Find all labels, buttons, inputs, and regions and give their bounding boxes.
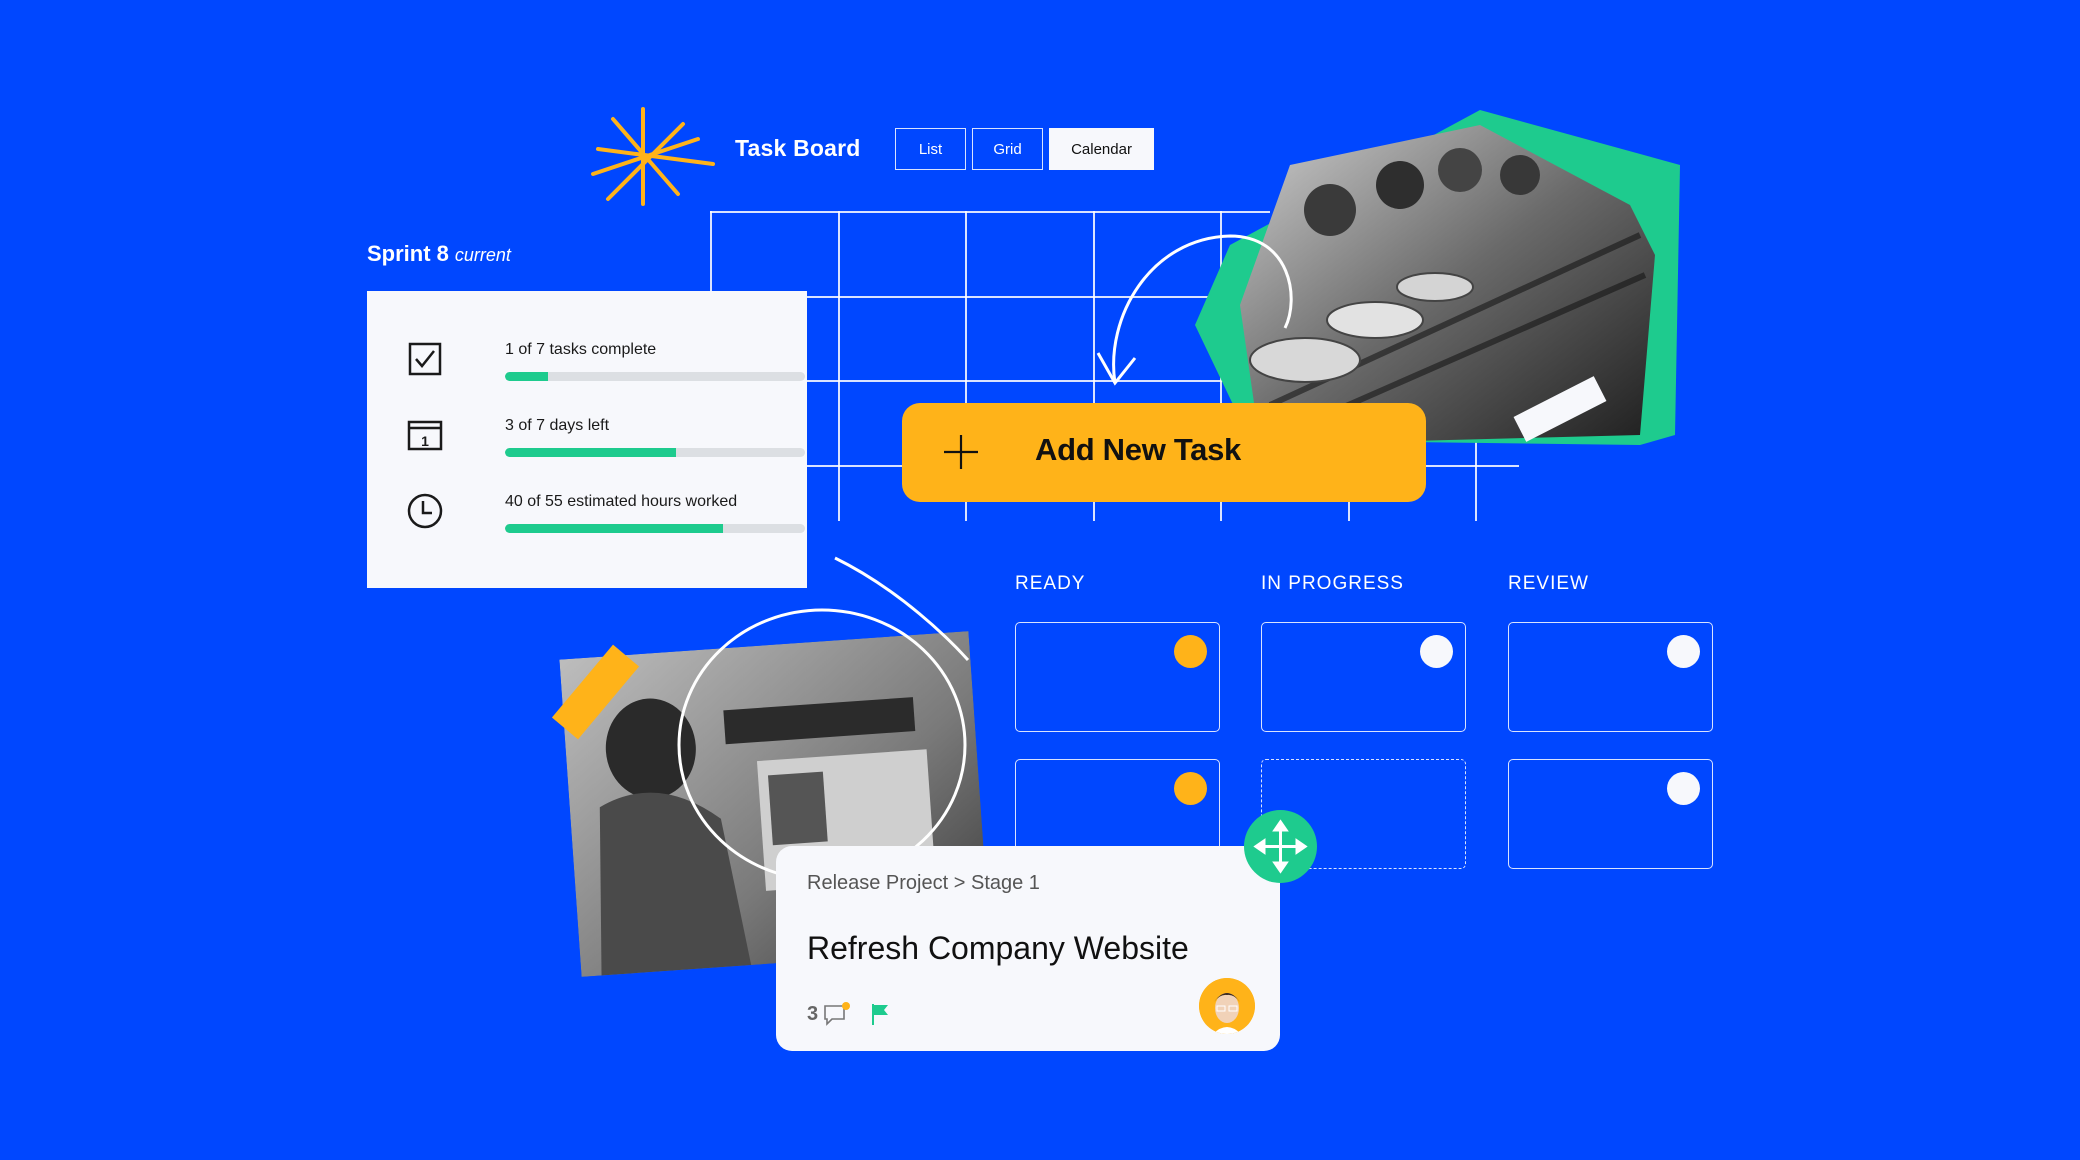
assignee-avatar[interactable] (1199, 978, 1255, 1034)
plus-icon (944, 435, 978, 469)
app-title: Task Board (735, 135, 861, 161)
grid-line (710, 211, 1270, 213)
calendar-icon: 1 (407, 420, 443, 451)
tab-grid[interactable]: Grid (972, 128, 1043, 170)
kanban-card[interactable] (1261, 622, 1466, 732)
status-dot (1667, 772, 1700, 805)
progress-fill (505, 448, 676, 457)
task-meta: 3 (807, 1001, 892, 1027)
move-icon (1253, 819, 1308, 874)
status-dot (1667, 635, 1700, 668)
tab-calendar[interactable]: Calendar (1049, 128, 1154, 170)
metric-days: 1 3 of 7 days left (407, 417, 805, 467)
sprint-header: Sprint 8 current (367, 241, 511, 267)
kanban-card[interactable] (1015, 622, 1220, 732)
kanban-card[interactable] (1508, 759, 1713, 869)
progress-fill (505, 372, 548, 381)
hand-drawn-circle (677, 556, 970, 880)
column-label-ready: READY (1015, 573, 1086, 594)
metric-label: 3 of 7 days left (505, 417, 610, 434)
status-dot (1174, 772, 1207, 805)
column-label-in-progress: IN PROGRESS (1261, 573, 1404, 594)
progress-fill (505, 524, 724, 533)
task-breadcrumb: Release Project > Stage 1 (807, 872, 1040, 894)
add-new-task-label: Add New Task (1035, 432, 1241, 467)
sprint-summary-card: 1 of 7 tasks complete 1 3 of 7 days left… (367, 291, 807, 588)
curved-arrow-icon (1096, 234, 1293, 386)
grid-line (710, 211, 712, 291)
column-label-review: REVIEW (1508, 573, 1589, 594)
clock-icon (407, 493, 443, 529)
status-dot (1174, 635, 1207, 668)
sprint-status: current (454, 245, 511, 265)
sprint-title: Sprint 8 (367, 241, 449, 266)
metric-label: 40 of 55 estimated hours worked (505, 493, 738, 510)
add-new-task-button[interactable]: Add New Task (902, 403, 1426, 502)
comment-icon[interactable] (822, 1001, 852, 1027)
flag-icon[interactable] (868, 1001, 892, 1027)
svg-text:1: 1 (421, 433, 429, 449)
grid-line (838, 211, 840, 521)
task-card[interactable]: Release Project > Stage 1 Refresh Compan… (776, 846, 1280, 1051)
starburst-icon (591, 107, 715, 206)
progress-bar (505, 524, 805, 533)
tab-list[interactable]: List (895, 128, 966, 170)
metric-label: 1 of 7 tasks complete (505, 341, 657, 358)
metric-tasks: 1 of 7 tasks complete (407, 341, 805, 391)
progress-bar (505, 448, 805, 457)
task-title: Refresh Company Website (807, 930, 1189, 966)
status-dot (1420, 635, 1453, 668)
metric-hours: 40 of 55 estimated hours worked (407, 493, 805, 543)
kanban-card[interactable] (1508, 622, 1713, 732)
comment-count: 3 (807, 1002, 819, 1025)
progress-bar (505, 372, 805, 381)
checkbox-icon (408, 342, 442, 376)
drag-handle[interactable] (1244, 810, 1317, 883)
